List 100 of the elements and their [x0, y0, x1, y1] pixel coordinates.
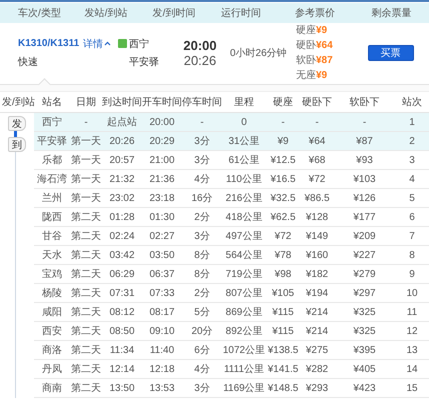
stop-duration: 16分: [190, 192, 214, 205]
column-header: 站名: [41, 96, 63, 109]
buy-ticket-button[interactable]: 买票: [368, 44, 414, 60]
route-segment: [14, 131, 17, 137]
price-cell-text: ¥141.5: [266, 364, 300, 374]
travel-duration: 0小时26分钟: [230, 46, 288, 60]
departure-time: 20:00: [148, 116, 176, 128]
train-number[interactable]: K1310/K1311: [18, 38, 80, 49]
distance-cell-text: 807公里: [224, 287, 264, 300]
stop-duration: 2分: [193, 211, 211, 224]
station-name: 甘谷: [41, 230, 63, 243]
price-cell-text: ¥293: [304, 382, 330, 394]
distance-cell-text: 110公里: [225, 173, 263, 186]
price-cell-text: ¥98: [274, 268, 292, 280]
price-cell-text: ¥138.5: [266, 344, 300, 356]
price-cell-text: ¥72: [274, 230, 292, 242]
arrival-time: 20:26: [108, 136, 136, 146]
stop-number: 2: [408, 136, 416, 146]
arrival-time: 13:50: [108, 382, 136, 394]
stop-number: 8: [408, 250, 416, 260]
station-name: 商南: [41, 382, 63, 395]
distance-cell-text: 1072公里: [222, 344, 266, 357]
departure-time: 20:29: [148, 136, 176, 146]
departure-time: 21:00: [148, 154, 176, 166]
price-cell-text: ¥149: [304, 230, 330, 242]
date-cell-text: 第二天: [70, 211, 102, 224]
price-cell-text: ¥325: [352, 326, 377, 336]
date-cell-text: 第二天: [70, 325, 102, 338]
fare-text: 无座¥9: [296, 68, 328, 82]
price-cell-text: ¥182: [304, 268, 330, 280]
arrival-time: 06:29: [108, 268, 136, 280]
date-cell-text: 第二天: [70, 382, 102, 395]
price-cell-text: ¥72: [308, 174, 326, 184]
date-cell-text: 第二天: [70, 230, 102, 243]
price-cell-text: ¥62.5: [269, 212, 297, 222]
column-header: 硬卧下: [301, 96, 333, 109]
stop-number: 13: [405, 344, 419, 356]
price-cell-text: ¥395: [352, 344, 377, 356]
station-name: 宝鸡: [41, 268, 63, 281]
details-link[interactable]: 详情: [83, 36, 112, 50]
departure-time: 21:36: [148, 174, 176, 184]
price-cell-text: ¥87: [355, 136, 374, 146]
date-cell-text: 第一天: [70, 154, 102, 167]
station-name: 平安驿: [36, 134, 68, 148]
stop-duration: 2分: [193, 287, 211, 300]
departure-time: 23:18: [148, 192, 176, 204]
stop-duration: 4分: [193, 173, 211, 186]
price-cell-text: ¥128: [304, 212, 330, 222]
stop-number: 9: [408, 268, 416, 280]
column-header: 运行时间: [220, 6, 262, 20]
price-cell-text: ¥86.5: [303, 192, 331, 204]
date-cell-text: 第二天: [70, 287, 102, 300]
stop-number: 7: [408, 230, 416, 242]
column-header: 日期: [75, 96, 97, 109]
fare-text: 硬座¥9: [296, 24, 328, 37]
stop-duration: 8分: [193, 268, 211, 281]
arrival-time: 12:14: [108, 364, 136, 374]
price-cell-text: ¥405: [352, 364, 377, 374]
station-name: 咸阳: [41, 306, 63, 319]
distance-cell-text: 61公里: [227, 154, 261, 167]
date-cell-text: -: [83, 116, 89, 128]
price-cell-text: -: [314, 116, 320, 128]
price-cell-text: ¥103: [352, 174, 377, 184]
arrival-time: 23:02: [108, 192, 136, 204]
departure-time: 11:40: [148, 344, 176, 356]
date-cell-text: 第二天: [70, 249, 102, 262]
stop-duration: 5分: [193, 306, 211, 319]
departure-station: 西宁: [129, 38, 149, 50]
station-name: 西宁: [41, 116, 63, 129]
departure-time: 07:33: [148, 288, 176, 298]
date-cell-text: 第二天: [70, 268, 102, 281]
arrival-time: 07:31: [108, 288, 136, 298]
distance-cell-text: 564公里: [224, 249, 264, 262]
column-header: 发/到站: [1, 96, 34, 109]
departure-time: 01:30: [148, 212, 176, 222]
price-cell-text: ¥126: [352, 192, 377, 204]
arrival-time: 20:57: [108, 154, 136, 166]
departure-time: 02:27: [148, 230, 176, 242]
stop-number: 15: [405, 382, 419, 394]
distance-cell-text: 0: [240, 116, 248, 128]
stop-duration: 20分: [190, 325, 214, 338]
arrival-time: 08:50: [108, 326, 136, 336]
station-name: 乐都: [41, 154, 63, 167]
date-cell-text: 第二天: [70, 363, 102, 376]
date-cell-text: 第二天: [70, 344, 102, 357]
arrival-time: 起点站: [106, 116, 138, 129]
column-header: 站次: [401, 96, 423, 109]
price-cell-text: ¥423: [352, 382, 377, 394]
column-header: 车次/类型: [17, 6, 62, 20]
price-cell-text: ¥177: [352, 212, 377, 222]
station-name: 商洛: [41, 344, 63, 357]
start-station-icon: [118, 39, 127, 48]
distance-cell-text: 1111公里: [222, 363, 266, 376]
stop-number: 11: [406, 306, 418, 318]
chevron-up-icon: [104, 41, 112, 46]
stop-number: 1: [408, 116, 416, 128]
stop-number: 5: [408, 192, 416, 204]
price-cell-text: ¥115: [271, 326, 295, 336]
stop-duration: 3分: [193, 154, 211, 167]
arrival-time: 11:34: [108, 344, 136, 356]
